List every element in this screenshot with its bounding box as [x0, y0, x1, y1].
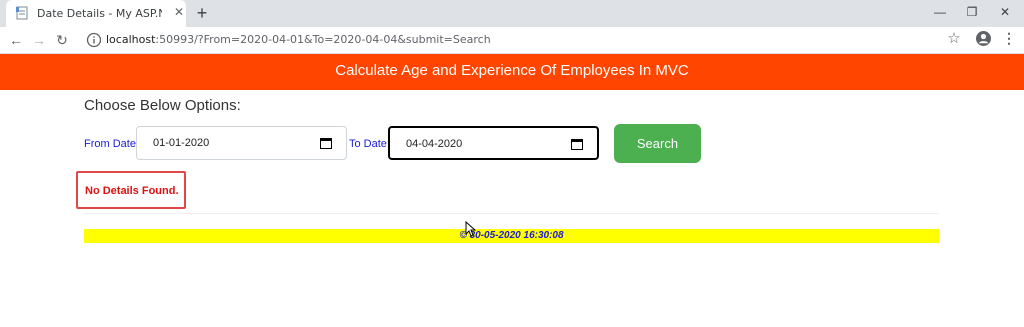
to-date-label: To Date:: [349, 138, 390, 150]
browser-tab[interactable]: Date Details - My ASP.NET Applic ✕: [6, 0, 186, 27]
footer-timestamp: © 30-05-2020 16:30:08: [459, 230, 564, 241]
calendar-icon[interactable]: [571, 138, 583, 150]
minimize-icon[interactable]: —: [925, 4, 955, 20]
plus-icon[interactable]: +: [192, 3, 212, 23]
choose-options-label: Choose Below Options:: [84, 97, 241, 114]
page-footer: © 30-05-2020 16:30:08: [84, 229, 939, 243]
no-details-message-box: No Details Found.: [76, 171, 186, 209]
to-date-value: 04-04-2020: [406, 138, 463, 150]
page-banner: Calculate Age and Experience Of Employee…: [0, 54, 1024, 90]
close-icon[interactable]: ✕: [172, 5, 186, 19]
address-bar[interactable]: localhost:50993/?From=2020-04-01&To=2020…: [80, 29, 970, 51]
restore-icon[interactable]: ❐: [957, 4, 987, 20]
star-icon[interactable]: ☆: [946, 31, 962, 47]
divider: [84, 213, 939, 214]
search-button[interactable]: Search: [614, 124, 701, 163]
no-details-message: No Details Found.: [85, 185, 179, 197]
url-path: :50993/?From=2020-04-01&To=2020-04-04&su…: [155, 33, 491, 46]
arrow-right-icon[interactable]: →: [30, 31, 48, 49]
calendar-icon[interactable]: [320, 137, 332, 149]
page-title: Calculate Age and Experience Of Employee…: [335, 62, 689, 79]
browser-toolbar: ← → ↻ localhost:50993/?From=2020-04-01&T…: [0, 27, 1024, 54]
url-host: localhost: [106, 33, 156, 46]
from-date-input[interactable]: 01-01-2020: [136, 126, 347, 160]
reload-icon[interactable]: ↻: [53, 31, 71, 49]
info-icon[interactable]: [86, 32, 102, 48]
from-date-value: 01-01-2020: [153, 137, 210, 149]
kebab-menu-icon[interactable]: ⋮: [1002, 30, 1016, 47]
to-date-input[interactable]: 04-04-2020: [388, 126, 599, 160]
close-window-icon[interactable]: ✕: [990, 4, 1020, 20]
url-text: localhost:50993/?From=2020-04-01&To=2020…: [106, 33, 491, 46]
from-date-label: From Date:: [84, 138, 140, 150]
arrow-left-icon[interactable]: ←: [7, 31, 25, 49]
tab-title: Date Details - My ASP.NET Applic: [37, 7, 162, 20]
document-icon: [16, 6, 28, 20]
mouse-cursor-icon: [465, 221, 476, 237]
account-icon[interactable]: [975, 30, 992, 47]
tab-strip: Date Details - My ASP.NET Applic ✕ + — ❐…: [0, 0, 1024, 27]
